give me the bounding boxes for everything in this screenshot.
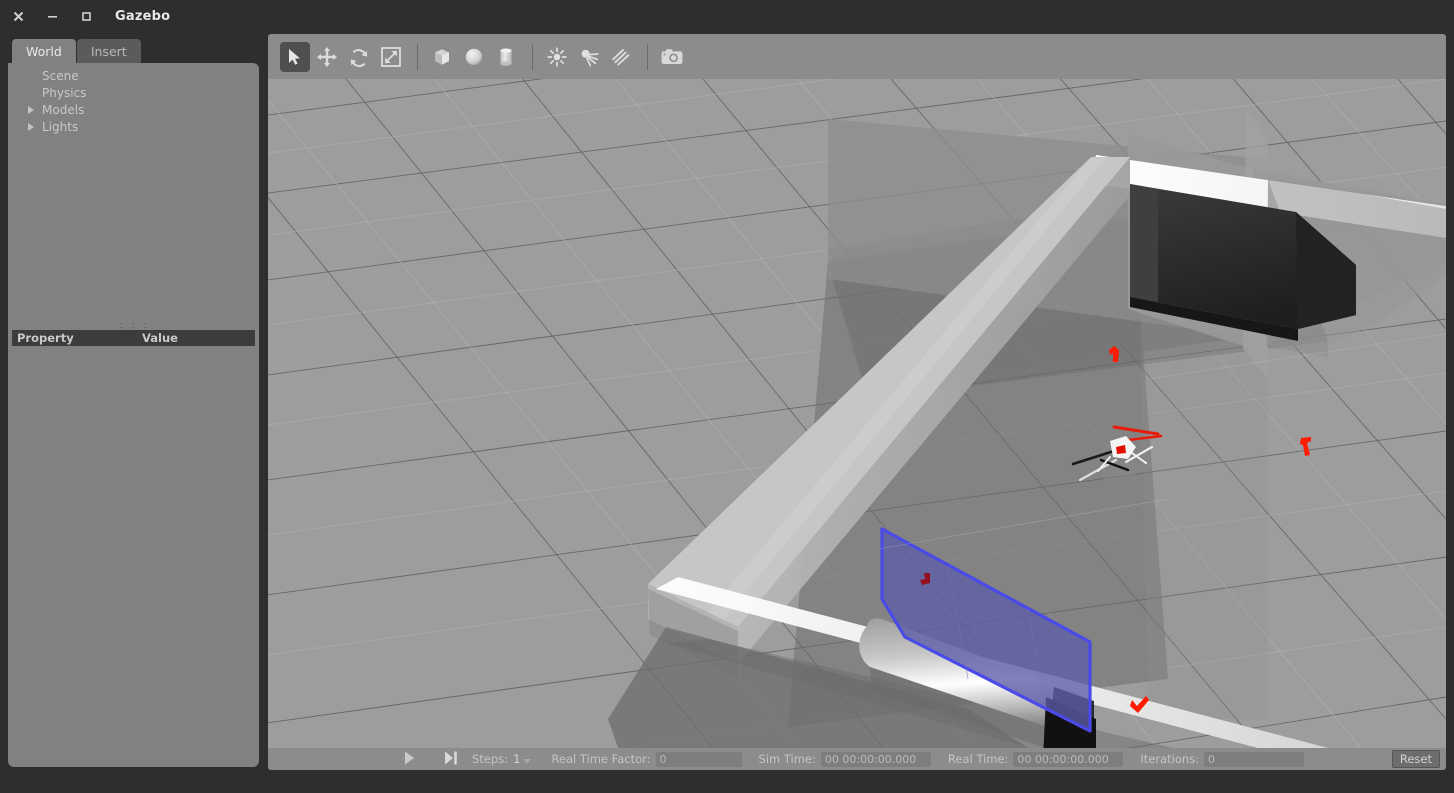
title-bar: Gazebo [0, 0, 1454, 32]
property-table-header: Property Value [12, 330, 255, 346]
insert-point-light-button[interactable] [542, 42, 572, 72]
tree-item-scene-label: Scene [42, 69, 79, 83]
tree-item-scene[interactable]: Scene [8, 67, 259, 84]
left-dock-panel: World Insert Scene Physics Models [8, 38, 259, 767]
maximize-icon[interactable] [73, 3, 99, 29]
step-forward-icon [443, 750, 459, 769]
steps-value[interactable]: 1 [513, 752, 520, 766]
insert-dir-light-button[interactable] [606, 42, 636, 72]
world-tree: Scene Physics Models Lights [8, 63, 259, 135]
minimize-icon[interactable] [39, 3, 65, 29]
real-time-field[interactable]: 00 00:00:00.000 [1013, 752, 1123, 767]
render-dock: Steps: 1 Real Time Factor: 0 Sim Time: 0… [268, 34, 1446, 770]
point-light-icon [546, 46, 568, 68]
tree-item-models-label: Models [42, 103, 84, 117]
iterations-field[interactable]: 0 [1204, 752, 1304, 767]
property-table-body[interactable] [12, 346, 255, 761]
property-column-header: Property [12, 331, 142, 345]
toolbar-separator-2 [532, 44, 533, 70]
cylinder-icon [495, 46, 517, 68]
play-icon [402, 750, 416, 769]
steps-label: Steps: [472, 752, 508, 766]
spot-light-icon [578, 46, 600, 68]
chevron-right-icon[interactable] [24, 104, 38, 116]
play-button[interactable] [398, 749, 420, 769]
window-title: Gazebo [115, 9, 170, 24]
reset-button[interactable]: Reset [1392, 750, 1440, 768]
real-time-factor-label: Real Time Factor: [551, 752, 650, 766]
toolbar-separator-1 [417, 44, 418, 70]
tree-item-physics-label: Physics [42, 86, 86, 100]
step-button[interactable] [440, 749, 462, 769]
sim-time-field[interactable]: 00 00:00:00.000 [821, 752, 931, 767]
directional-light-icon [610, 46, 632, 68]
tree-item-physics[interactable]: Physics [8, 84, 259, 101]
scale-mode-button[interactable] [376, 42, 406, 72]
tab-world-label: World [26, 44, 62, 59]
rotate-mode-button[interactable] [344, 42, 374, 72]
steps-spinner-icon[interactable] [523, 759, 531, 764]
chevron-right-icon[interactable] [24, 121, 38, 133]
scene-render [268, 79, 1446, 748]
rotate-arrows-icon [348, 46, 370, 68]
move-arrows-icon [316, 46, 338, 68]
toolbar-separator-3 [647, 44, 648, 70]
camera-icon [660, 46, 684, 68]
sim-time-label: Sim Time: [759, 752, 816, 766]
panel-tab-bar: World Insert [12, 38, 141, 63]
select-mode-button[interactable] [280, 42, 310, 72]
close-icon[interactable] [5, 3, 31, 29]
tab-insert-label: Insert [91, 44, 127, 59]
panel-body: Scene Physics Models Lights ⋮⋮⋮ [8, 63, 259, 767]
tree-item-lights-label: Lights [42, 120, 78, 134]
insert-spot-light-button[interactable] [574, 42, 604, 72]
scale-diagonal-icon [380, 46, 402, 68]
box-icon [431, 46, 453, 68]
insert-box-button[interactable] [427, 42, 457, 72]
value-column-header: Value [142, 331, 255, 345]
real-time-factor-field[interactable]: 0 [656, 752, 742, 767]
iterations-label: Iterations: [1140, 752, 1199, 766]
time-panel: Steps: 1 Real Time Factor: 0 Sim Time: 0… [268, 748, 1446, 770]
cursor-arrow-icon [285, 47, 305, 67]
gazebo-main-window: Gazebo World Insert Scene Physics [0, 0, 1454, 793]
screenshot-button[interactable] [657, 42, 687, 72]
insert-sphere-button[interactable] [459, 42, 489, 72]
tree-item-lights[interactable]: Lights [8, 118, 259, 135]
3d-viewport[interactable] [268, 79, 1446, 748]
tab-insert[interactable]: Insert [77, 39, 141, 63]
real-time-label: Real Time: [948, 752, 1008, 766]
render-toolbar [268, 34, 1446, 79]
tab-world[interactable]: World [12, 39, 76, 63]
tree-item-models[interactable]: Models [8, 101, 259, 118]
insert-cylinder-button[interactable] [491, 42, 521, 72]
sphere-icon [463, 46, 485, 68]
translate-mode-button[interactable] [312, 42, 342, 72]
